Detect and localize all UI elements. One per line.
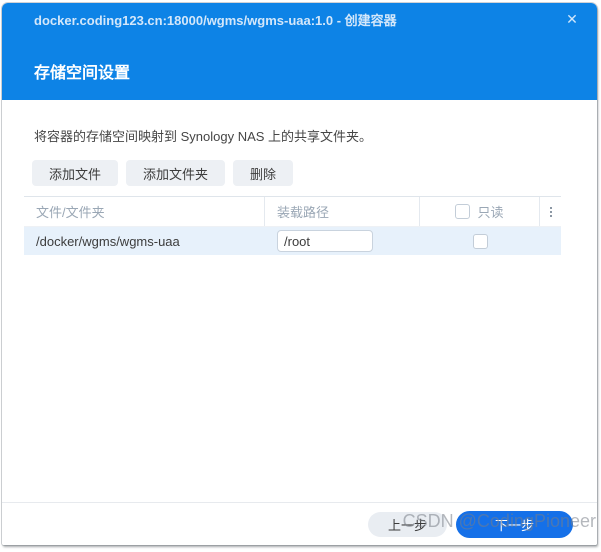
readonly-row-checkbox[interactable] xyxy=(472,233,488,249)
delete-button[interactable]: 删除 xyxy=(233,160,294,186)
step-header: 存储空间设置 xyxy=(2,36,597,100)
readonly-column-label: 只读 xyxy=(477,205,504,220)
more-options-icon[interactable] xyxy=(549,206,552,217)
file-folder-cell: /docker/wgms/wgms-uaa xyxy=(36,233,180,249)
dialog-content: 将容器的存储空间映射到 Synology NAS 上的共享文件夹。 添加文件 添… xyxy=(2,126,597,255)
create-container-dialog: docker.coding123.cn:18000/wgms/wgms-uaa:… xyxy=(2,3,597,545)
next-step-button[interactable]: 下一步 xyxy=(456,510,573,538)
dialog-title: docker.coding123.cn:18000/wgms/wgms-uaa:… xyxy=(34,13,397,28)
description-text: 将容器的存储空间映射到 Synology NAS 上的共享文件夹。 xyxy=(34,129,373,144)
column-header-readonly: 只读 xyxy=(420,197,540,226)
dialog-footer: 上一步 下一步 xyxy=(2,502,597,545)
table-row[interactable]: /docker/wgms/wgms-uaa xyxy=(24,227,561,255)
readonly-cell xyxy=(420,227,540,255)
dialog-titlebar: docker.coding123.cn:18000/wgms/wgms-uaa:… xyxy=(2,3,597,36)
column-header-mount-path: 装载路径 xyxy=(265,197,420,226)
step-title: 存储空间设置 xyxy=(34,65,131,82)
column-options xyxy=(540,197,561,226)
close-icon[interactable]: ✕ xyxy=(562,3,582,36)
mount-path-cell xyxy=(265,227,420,255)
readonly-select-all-checkbox[interactable] xyxy=(455,204,471,219)
column-header-file-folder: 文件/文件夹 xyxy=(24,197,265,226)
add-folder-button[interactable]: 添加文件夹 xyxy=(126,160,226,186)
previous-step-button[interactable]: 上一步 xyxy=(367,511,447,537)
table-header-row: 文件/文件夹 装载路径 只读 xyxy=(24,197,561,227)
add-file-button[interactable]: 添加文件 xyxy=(32,160,119,186)
screen: docker.coding123.cn:18000/wgms/wgms-uaa:… xyxy=(0,0,601,552)
volume-table: 文件/文件夹 装载路径 只读 /docker/wgms/wgms-uaa xyxy=(24,196,561,255)
mount-path-input[interactable] xyxy=(277,230,373,252)
row-options-cell xyxy=(540,227,561,255)
volume-toolbar: 添加文件 添加文件夹 删除 xyxy=(32,160,597,186)
